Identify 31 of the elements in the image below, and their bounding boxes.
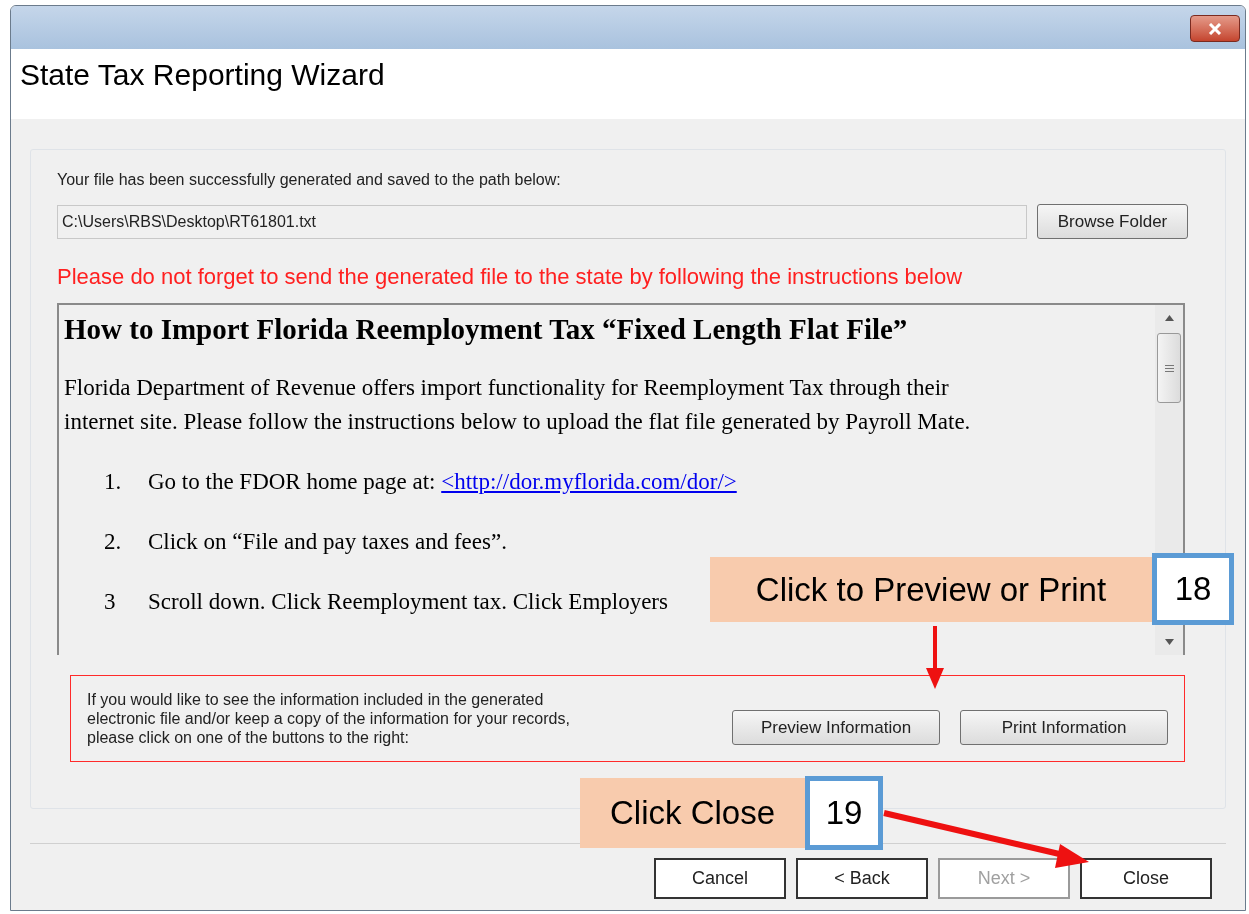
scroll-thumb[interactable] — [1157, 333, 1181, 403]
close-button[interactable] — [1190, 15, 1240, 42]
wizard-button[interactable]: < Back — [796, 858, 928, 899]
document-heading: How to Import Florida Reemployment Tax “Fixed Length Flat File” — [64, 312, 909, 347]
callout-tooltip: Click to Preview or Print — [710, 557, 1152, 622]
scroll-down-icon[interactable] — [1164, 639, 1174, 645]
window-title: State Tax Reporting Wizard — [20, 57, 386, 93]
wizard-button[interactable]: Cancel — [654, 858, 786, 899]
scroll-up-icon[interactable] — [1164, 315, 1174, 321]
callout-tooltip: Click Close — [580, 778, 805, 848]
pointer-arrow — [926, 626, 944, 689]
preview-information-button[interactable]: Preview Information — [732, 710, 940, 745]
step-text: Go to the FDOR home page at: <http://dor.myflorida.com/dor/> — [148, 468, 737, 497]
close-icon — [1208, 22, 1222, 35]
step-number: 1. — [104, 468, 123, 497]
warning-text: Please do not forget to send the generated file to the state by following the instructions below — [57, 263, 964, 291]
print-information-button[interactable]: Print Information — [960, 710, 1168, 745]
wizard-button[interactable]: Close — [1080, 858, 1212, 899]
step-number: 2. — [104, 528, 123, 557]
preview-instructions: If you would like to see the information included in the generated electronic file and/or keep a copy of the information for your records, please click on one of the buttons to the right: — [87, 690, 571, 747]
path-field[interactable]: C:\Users\RBS\Desktop\RT61801.txt — [57, 204, 1027, 239]
step-text: Scroll down. Click Reemployment tax. Click Employers — [148, 588, 668, 617]
step-text: Click on “File and pay taxes and fees”. — [148, 528, 507, 557]
step-badge-tooltip: 18 — [1152, 553, 1234, 625]
intro-paragraph: Florida Department of Revenue offers import functionality for Reemployment Tax through their internet site. Please follow the instructions below to upload the flat file generated by Payroll Mate. — [64, 374, 972, 437]
link[interactable]: <http://dor.myflorida.com/dor/> — [441, 469, 737, 495]
browse-folder-button[interactable]: Browse Folder — [1037, 204, 1188, 239]
message-text: Your file has been successfully generated and saved to the path below: — [57, 170, 562, 190]
grip-icon — [1164, 364, 1174, 372]
step-badge-tooltip: 19 — [805, 776, 883, 850]
step-number: 3 — [104, 588, 117, 617]
